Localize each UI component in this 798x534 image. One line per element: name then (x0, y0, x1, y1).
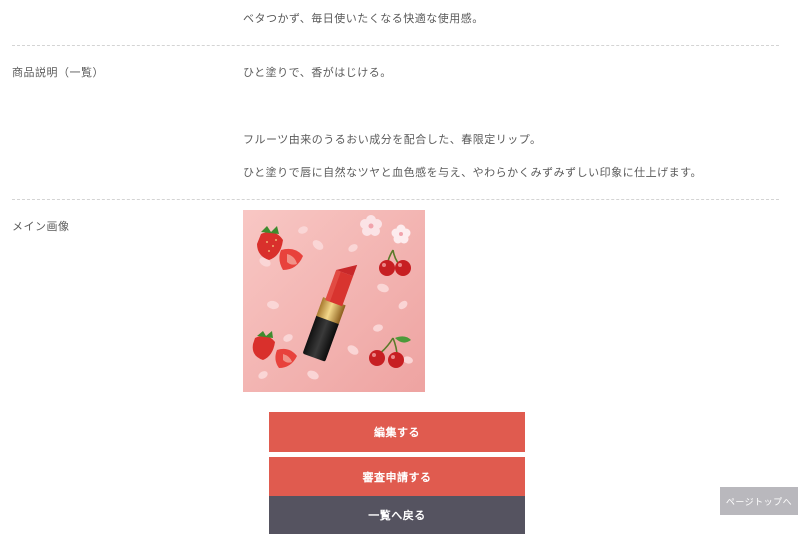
description-line-2: フルーツ由来のうるおい成分を配合した、春限定リップ。 (243, 133, 542, 146)
description-label: 商品説明（一覧） (12, 66, 104, 79)
submit-review-button[interactable]: 審査申請する (269, 457, 525, 497)
lipstick-product-illustration (243, 210, 425, 392)
page-top-button[interactable]: ページトップへ (720, 487, 798, 515)
back-to-list-button[interactable]: 一覧へ戻る (269, 496, 525, 534)
divider (12, 45, 779, 46)
main-product-image (243, 210, 425, 392)
divider (12, 199, 779, 200)
description-line-1: ひと塗りで、香がはじける。 (243, 66, 392, 79)
product-detail-page: ベタつかず、毎日使いたくなる快適な使用感。 商品説明（一覧） ひと塗りで、香がは… (0, 0, 798, 534)
edit-button[interactable]: 編集する (269, 412, 525, 452)
description-line-3: ひと塗りで唇に自然なツヤと血色感を与え、やわらかくみずみずしい印象に仕上げます。 (243, 166, 703, 179)
main-image-label: メイン画像 (12, 220, 70, 233)
usage-feel-text: ベタつかず、毎日使いたくなる快適な使用感。 (243, 12, 484, 25)
